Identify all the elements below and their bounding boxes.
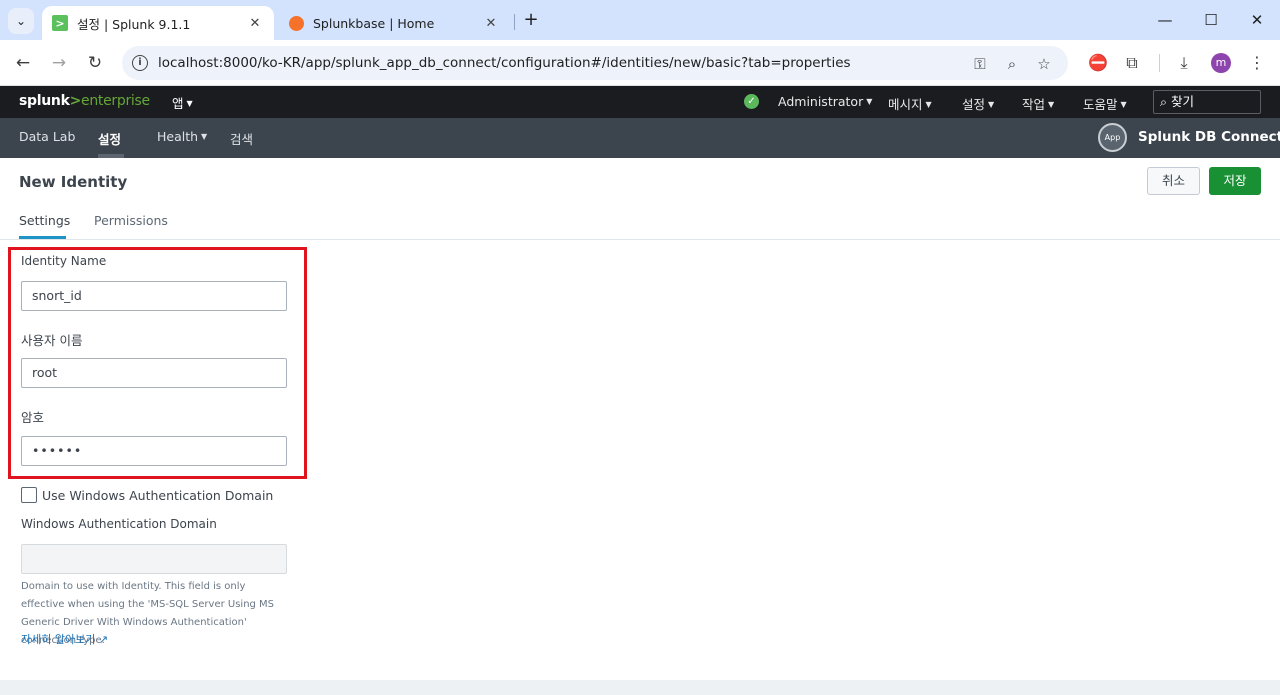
search-icon: ⌕ <box>1160 94 1168 109</box>
username-label: 사용자 이름 <box>21 333 83 348</box>
tab-permissions[interactable]: Permissions <box>94 213 168 228</box>
browser-tab-active[interactable]: > 설정 | Splunk 9.1.1 ✕ <box>42 6 274 40</box>
app-name: Splunk DB Connect <box>1138 129 1280 145</box>
download-icon[interactable]: ⤓ <box>1172 51 1196 75</box>
tab-title: Splunkbase | Home <box>313 15 435 31</box>
browser-tab-inactive[interactable]: Splunkbase | Home ✕ <box>278 6 510 40</box>
messages-menu[interactable]: 메시지 ▼ <box>888 94 932 113</box>
url-text[interactable]: localhost:8000/ko-KR/app/splunk_app_db_c… <box>158 55 851 71</box>
reload-icon[interactable]: ↻ <box>83 51 107 75</box>
app-nav-bar: Data Lab 설정 Health ▼ 검색 App Splunk DB Con… <box>0 118 1280 158</box>
caret-down-icon: ▼ <box>201 132 208 141</box>
learn-more-label: 자세히 알아보기 <box>21 633 96 646</box>
settings-menu-label: 설정 <box>962 97 986 112</box>
splunk-top-bar: splunk>enterprise 앱 ▼ ✓ Administrator ▼ 메시… <box>0 86 1280 118</box>
save-button[interactable]: 저장 <box>1209 167 1261 195</box>
windows-auth-checkbox[interactable] <box>21 487 37 503</box>
messages-menu-label: 메시지 <box>888 97 923 112</box>
help-menu[interactable]: 도움말 ▼ <box>1083 94 1127 113</box>
toolbar-divider <box>1159 54 1160 72</box>
chevron-down-icon: ⌄ <box>15 14 27 28</box>
tab-divider <box>514 14 515 30</box>
footer-strip <box>0 680 1280 695</box>
user-menu-label: Administrator <box>778 94 864 109</box>
activity-menu[interactable]: 작업 ▼ <box>1022 94 1054 113</box>
extension-blocked-icon[interactable]: ⛔ <box>1086 51 1110 75</box>
apps-menu-label: 앱 <box>172 96 184 111</box>
identity-name-input[interactable]: snort_id <box>21 281 287 311</box>
apps-menu[interactable]: 앱 ▼ <box>172 93 193 112</box>
help-menu-label: 도움말 <box>1083 97 1118 112</box>
close-icon[interactable]: ✕ <box>482 16 500 31</box>
back-arrow-icon[interactable]: ← <box>11 51 35 75</box>
app-icon: App <box>1098 123 1127 152</box>
settings-menu[interactable]: 설정 ▼ <box>962 94 994 113</box>
caret-down-icon: ▼ <box>1048 100 1055 109</box>
nav-search[interactable]: 검색 <box>230 129 253 148</box>
forward-arrow-icon[interactable]: → <box>47 51 71 75</box>
windows-auth-checkbox-label[interactable]: Use Windows Authentication Domain <box>42 488 273 503</box>
tab-title: 설정 | Splunk 9.1.1 <box>77 16 191 32</box>
identity-name-label: Identity Name <box>21 254 107 268</box>
learn-more-link[interactable]: 자세히 알아보기 ↗ <box>21 631 108 647</box>
browser-toolbar: ← → ↻ i localhost:8000/ko-KR/app/splunk_… <box>0 40 1280 86</box>
puzzle-icon[interactable]: ⧉ <box>1120 51 1144 75</box>
nav-health[interactable]: Health ▼ <box>157 129 207 144</box>
browser-tab-strip: ⌄ > 설정 | Splunk 9.1.1 ✕ Splunkbase | Hom… <box>0 0 1280 40</box>
tab-settings[interactable]: Settings <box>19 213 70 228</box>
address-bar[interactable]: i localhost:8000/ko-KR/app/splunk_app_db… <box>122 46 1068 80</box>
logo-enterprise: enterprise <box>81 93 150 109</box>
window-close-icon[interactable]: ✕ <box>1234 8 1280 32</box>
caret-down-icon: ▼ <box>186 99 193 108</box>
minimize-icon[interactable]: — <box>1142 8 1188 32</box>
caret-down-icon: ▼ <box>988 100 995 109</box>
zoom-icon[interactable]: ⌕ <box>1002 54 1022 74</box>
logo-gt: > <box>69 93 82 109</box>
nav-settings[interactable]: 설정 <box>98 129 121 148</box>
nav-data-lab[interactable]: Data Lab <box>19 129 75 144</box>
page-title: New Identity <box>19 173 128 191</box>
more-menu-icon[interactable]: ⋮ <box>1245 51 1269 75</box>
caret-down-icon: ▼ <box>925 100 932 109</box>
maximize-icon[interactable]: ☐ <box>1188 8 1234 32</box>
splunkbase-favicon-icon <box>288 15 304 31</box>
page-content: New Identity 취소 저장 Settings Permissions … <box>0 158 1280 695</box>
site-info-icon[interactable]: i <box>132 55 148 71</box>
find-input[interactable]: ⌕ 찾기 <box>1153 90 1261 114</box>
windows-domain-input[interactable] <box>21 544 287 574</box>
caret-down-icon: ▼ <box>866 97 873 106</box>
password-label: 암호 <box>21 410 45 425</box>
find-placeholder: 찾기 <box>1171 94 1195 109</box>
splunk-logo[interactable]: splunk>enterprise <box>19 93 150 109</box>
username-input[interactable]: root <box>21 358 287 388</box>
cancel-button[interactable]: 취소 <box>1147 167 1200 195</box>
caret-down-icon: ▼ <box>1120 100 1127 109</box>
splunk-favicon-icon: > <box>52 15 68 31</box>
password-input[interactable]: •••••• <box>21 436 287 466</box>
health-ok-icon[interactable]: ✓ <box>744 94 759 109</box>
logo-splunk: splunk <box>19 93 70 109</box>
profile-avatar[interactable]: m <box>1211 53 1231 73</box>
star-icon[interactable]: ☆ <box>1034 54 1054 74</box>
tabs-divider <box>0 239 1280 240</box>
windows-domain-label: Windows Authentication Domain <box>21 517 217 531</box>
nav-health-label: Health <box>157 129 199 144</box>
user-menu[interactable]: Administrator ▼ <box>778 94 872 109</box>
close-icon[interactable]: ✕ <box>246 16 264 31</box>
external-link-icon: ↗ <box>98 633 109 646</box>
new-tab-button[interactable]: + <box>520 8 542 32</box>
key-icon[interactable]: ⚿ <box>970 54 990 74</box>
tab-search-button[interactable]: ⌄ <box>8 8 34 34</box>
activity-menu-label: 작업 <box>1022 97 1046 112</box>
